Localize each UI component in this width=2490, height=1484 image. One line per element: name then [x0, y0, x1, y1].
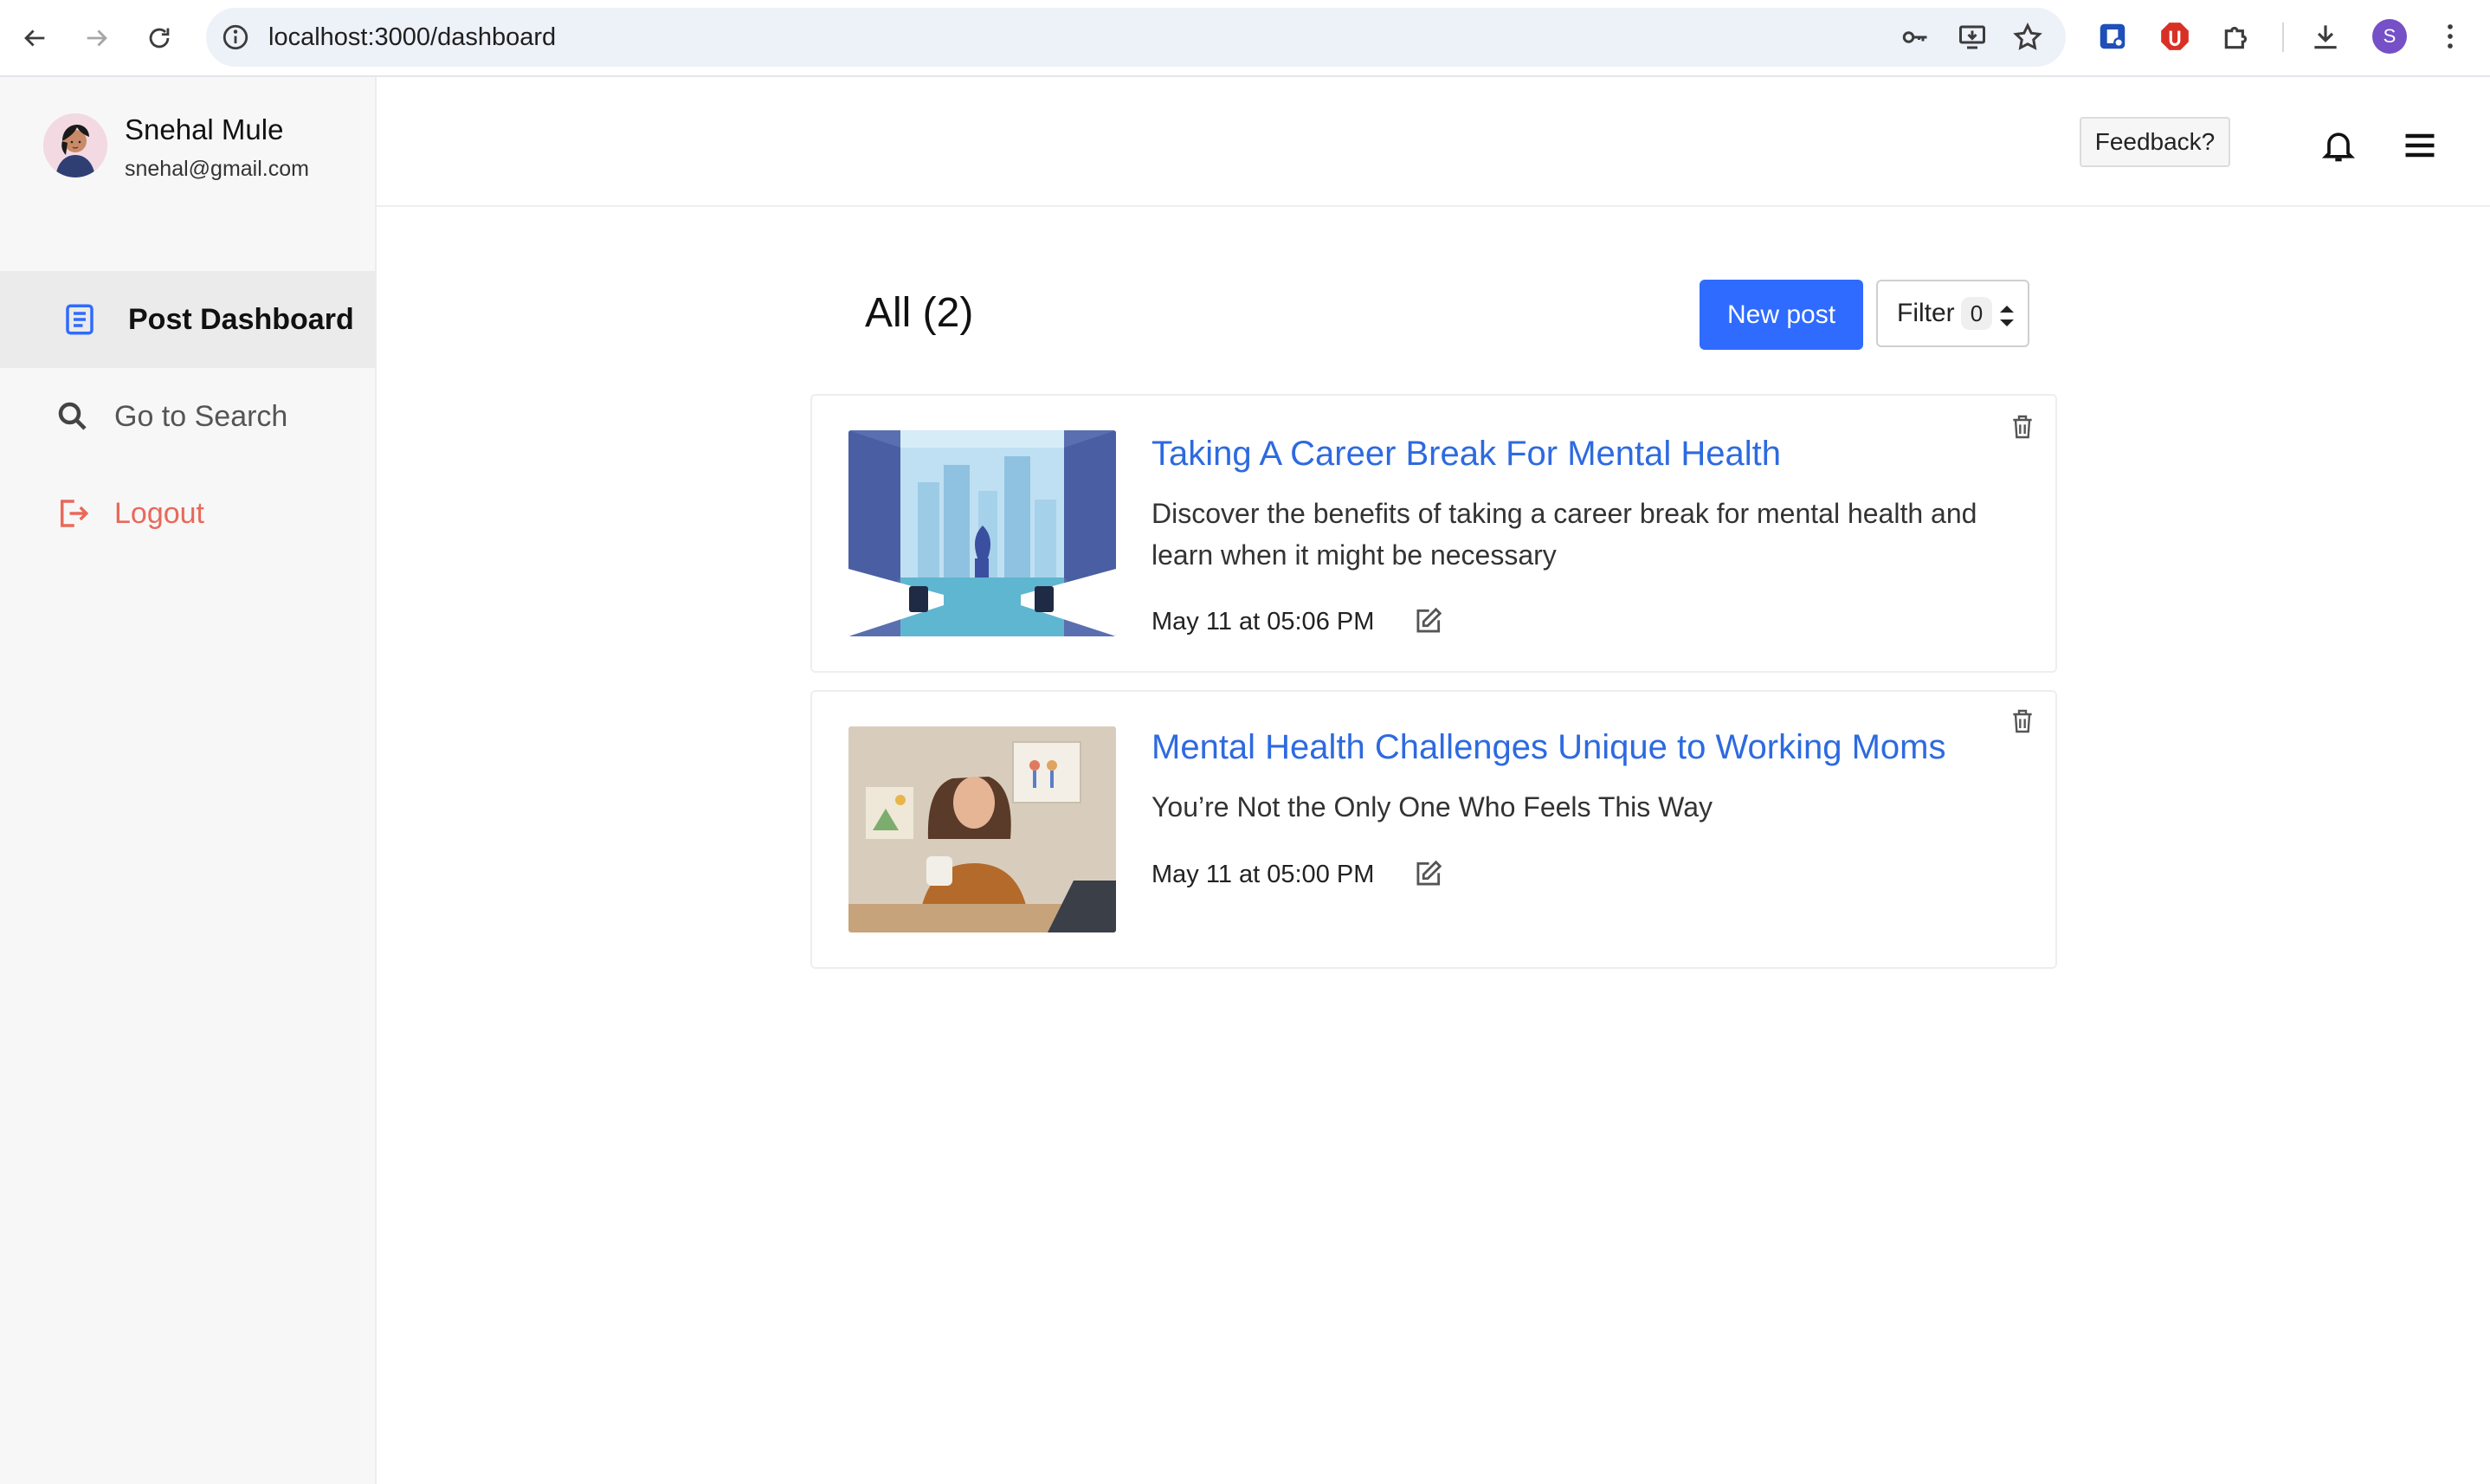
post-date: May 11 at 05:06 PM [1151, 608, 1375, 636]
bell-icon[interactable] [2317, 124, 2360, 167]
sidebar-item-label: Post Dashboard [128, 302, 354, 336]
edit-icon[interactable] [1409, 603, 1446, 640]
app-header: Feedback? [377, 77, 2490, 207]
post-title-link[interactable]: Mental Health Challenges Unique to Worki… [1151, 728, 1945, 767]
post-title-link[interactable]: Taking A Career Break For Mental Health [1151, 435, 1781, 474]
forward-arrow-icon[interactable] [78, 19, 116, 57]
toolbar-divider [2282, 23, 2284, 52]
site-info-icon[interactable] [218, 20, 253, 55]
filter-select[interactable]: Filter 0 [1876, 280, 2029, 347]
search-icon [54, 397, 92, 436]
page-title: All (2) [865, 290, 974, 336]
post-description: You’re Not the Only One Who Feels This W… [1151, 791, 1713, 823]
password-key-icon[interactable] [1898, 20, 1932, 55]
sidebar-item-logout[interactable]: Logout [0, 465, 375, 562]
extension-shield-icon[interactable] [2093, 17, 2132, 55]
post-description: Discover the benefits of taking a career… [1151, 498, 1977, 571]
user-name: Snehal Mule [125, 113, 284, 145]
edit-icon[interactable] [1409, 856, 1446, 893]
sidebar-item-label: Logout [114, 496, 204, 530]
logout-icon [54, 494, 92, 532]
post-thumbnail[interactable] [848, 430, 1116, 636]
post-thumbnail[interactable] [848, 726, 1116, 932]
filter-label: Filter [1897, 299, 1955, 327]
sidebar-item-search[interactable]: Go to Search [0, 368, 375, 465]
sidebar-item-label: Go to Search [114, 399, 288, 433]
post-card[interactable]: Mental Health Challenges Unique to Worki… [810, 690, 2057, 969]
filter-count-badge: 0 [1961, 297, 1992, 330]
reload-icon[interactable] [140, 19, 178, 57]
profile-avatar[interactable]: S [2372, 19, 2407, 54]
document-icon [61, 300, 99, 339]
downloads-icon[interactable] [2306, 17, 2345, 55]
sidebar: Snehal Mule snehal@gmail.com Post Dashbo… [0, 77, 377, 1484]
delete-trash-icon[interactable] [2007, 706, 2038, 737]
hamburger-menu-icon[interactable] [2398, 124, 2442, 167]
url-text[interactable]: localhost:3000/dashboard [268, 8, 556, 67]
extensions-puzzle-icon[interactable] [2218, 17, 2256, 55]
user-email: snehal@gmail.com [125, 157, 309, 181]
delete-trash-icon[interactable] [2007, 411, 2038, 442]
post-date: May 11 at 05:00 PM [1151, 861, 1375, 888]
sort-arrows-icon [2000, 306, 2014, 326]
sidebar-item-post-dashboard[interactable]: Post Dashboard [0, 271, 375, 368]
avatar[interactable] [43, 113, 107, 177]
install-app-icon[interactable] [1955, 20, 1990, 55]
bookmark-star-icon[interactable] [2010, 20, 2045, 55]
feedback-button[interactable]: Feedback? [2080, 117, 2230, 167]
chrome-menu-icon[interactable] [2431, 17, 2469, 55]
address-bar[interactable]: localhost:3000/dashboard [206, 8, 2066, 67]
back-arrow-icon[interactable] [16, 19, 54, 57]
new-post-button[interactable]: New post [1700, 280, 1863, 350]
adblock-extension-icon[interactable] [2156, 17, 2194, 55]
post-card[interactable]: Taking A Career Break For Mental Health … [810, 394, 2057, 673]
browser-toolbar: localhost:3000/dashboard S [0, 0, 2490, 77]
